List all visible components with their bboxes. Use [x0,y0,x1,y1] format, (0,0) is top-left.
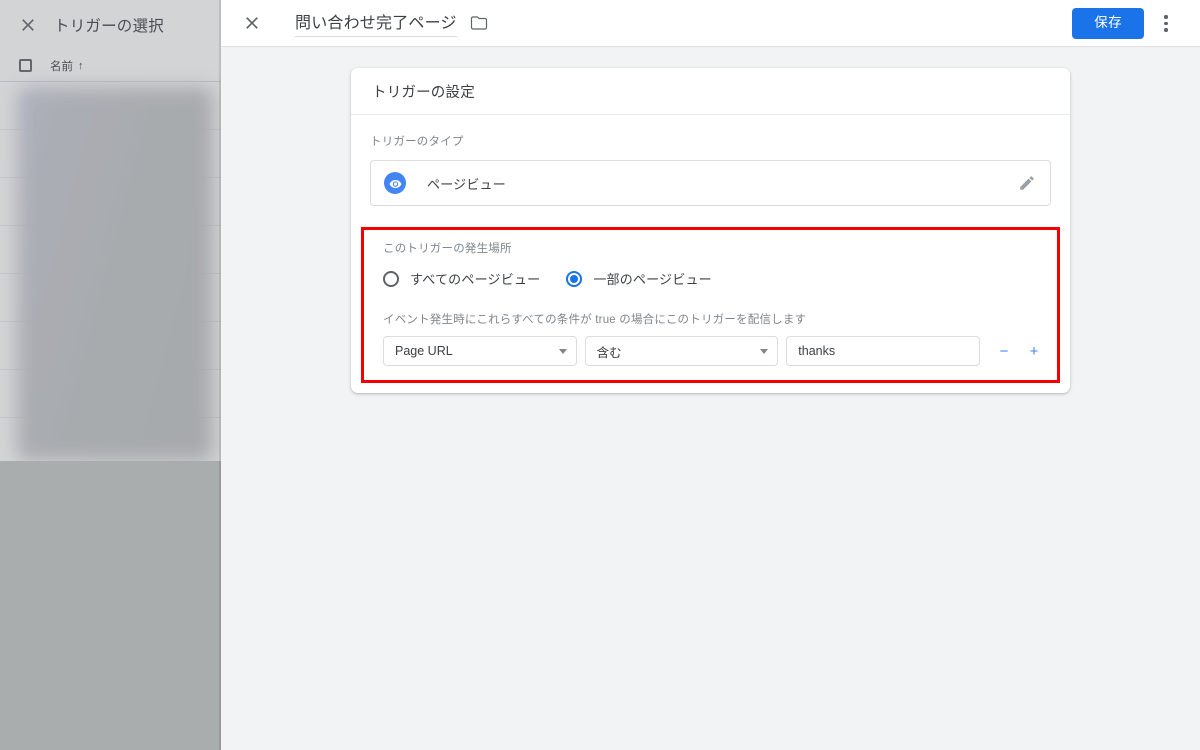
save-button[interactable]: 保存 [1072,8,1144,39]
conditions-label: イベント発生時にこれらすべての条件が true の場合にこのトリガーを配信します [383,314,807,326]
fires-on-highlight-box: このトリガーの発生場所 すべてのページビュー 一部のページビュー イベント発生時… [361,227,1060,383]
pencil-icon[interactable] [1018,174,1036,192]
trigger-select-header: トリガーの選択 [0,0,221,50]
trigger-type-box[interactable]: ページビュー [370,160,1051,206]
radio-dot [570,274,579,283]
trigger-select-panel: トリガーの選択 名前 ↑ [0,0,221,750]
dialog-topbar: 問い合わせ完了ページ 保存 [221,0,1200,47]
condition-value-input[interactable]: thanks [786,336,980,366]
trigger-select-title: トリガーの選択 [54,18,164,35]
condition-operator-select[interactable]: 含む [584,336,779,366]
radio-some-pageviews[interactable]: 一部のページビュー [566,269,712,288]
trigger-name-input[interactable]: 問い合わせ完了ページ [295,9,457,37]
trigger-type-label: トリガーのタイプ [370,136,464,148]
visibility-icon [384,172,406,194]
trigger-type-value: ページビュー [427,176,506,192]
radio-all-pageviews-label: すべてのページビュー [410,272,541,287]
card-body: トリガーのタイプ ページビュー このトリガーの発生場所 すべてのページビュー 一… [351,115,1070,383]
radio-some-pageviews-label: 一部のページビュー [593,272,712,287]
app-root: トリガーの選択 名前 ↑ 問い合わせ完了ページ 保存 トリガーの設定 トリガーの… [0,0,1200,750]
remove-condition-button[interactable]: − [991,338,1017,364]
trigger-edit-dialog: 問い合わせ完了ページ 保存 トリガーの設定 トリガーのタイプ ページビュー この… [221,0,1200,750]
close-icon[interactable] [18,15,38,35]
condition-value-text: thanks [798,344,836,358]
add-condition-button[interactable]: + [1021,338,1047,364]
topbar-actions: 保存 [1072,0,1200,47]
condition-operator-value: 含む [596,345,622,360]
sort-ascending-icon: ↑ [78,59,84,72]
more-vert-icon[interactable] [1148,6,1184,42]
trigger-name-field-wrap[interactable]: 問い合わせ完了ページ [295,9,488,37]
fires-on-radio-group: すべてのページビュー 一部のページビュー [374,269,1047,288]
fires-on-label: このトリガーの発生場所 [383,243,512,255]
condition-variable-value: Page URL [395,344,453,358]
modal-scrim-lower [0,461,221,750]
card-title: トリガーの設定 [351,68,1070,115]
condition-variable-select[interactable]: Page URL [383,336,577,366]
radio-outer-selected [566,270,583,287]
trigger-configuration-card: トリガーの設定 トリガーのタイプ ページビュー このトリガーの発生場所 すべての… [351,68,1070,393]
radio-all-pageviews[interactable]: すべてのページビュー [383,269,540,288]
folder-icon[interactable] [470,14,488,32]
condition-row: Page URL 含む thanks − + [374,336,1047,366]
radio-outer-unselected [383,270,399,287]
column-header-name-label: 名前 [50,60,73,73]
condition-row-buttons: − + [991,338,1047,364]
close-icon[interactable] [242,13,262,33]
trigger-list-column-header: 名前 ↑ [0,50,221,82]
blurred-overlay-card [17,87,213,461]
trigger-type-section: トリガーのタイプ ページビュー [351,115,1070,206]
chevron-down-icon [558,348,567,354]
column-header-name[interactable]: 名前 ↑ [50,58,84,74]
select-all-checkbox[interactable] [19,59,32,72]
chevron-down-icon [760,348,769,354]
